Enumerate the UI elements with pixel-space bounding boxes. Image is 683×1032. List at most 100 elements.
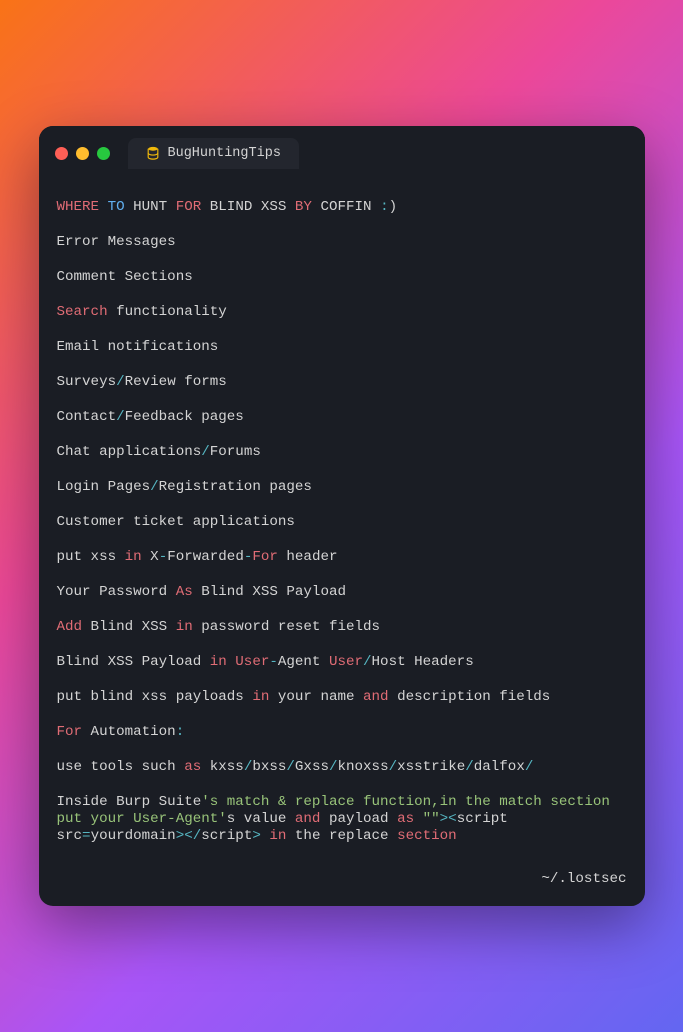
code-token: COFFIN bbox=[312, 199, 380, 215]
code-token: in bbox=[125, 549, 142, 565]
code-token: / bbox=[329, 759, 338, 775]
code-token bbox=[99, 199, 108, 215]
code-token: HUNT bbox=[125, 199, 176, 215]
maximize-icon[interactable] bbox=[97, 147, 110, 160]
code-token: your name bbox=[269, 689, 363, 705]
code-token: : bbox=[380, 199, 389, 215]
code-line: Comment Sections bbox=[57, 269, 627, 286]
code-line: For Automation: bbox=[57, 724, 627, 741]
code-line: WHERE TO HUNT FOR BLIND XSS BY COFFIN :) bbox=[57, 199, 627, 216]
minimize-icon[interactable] bbox=[76, 147, 89, 160]
code-token: = bbox=[82, 828, 91, 844]
footer-signature: ~/.lostsec bbox=[57, 863, 627, 888]
code-token: bxss bbox=[252, 759, 286, 775]
code-token: Login Pages bbox=[57, 479, 151, 495]
code-token: WHERE bbox=[57, 199, 100, 215]
code-token: Customer ticket applications bbox=[57, 514, 295, 530]
code-token: the replace bbox=[286, 828, 397, 844]
code-token: As bbox=[176, 584, 193, 600]
code-line: Chat applications/Forums bbox=[57, 444, 627, 461]
code-token: kxss bbox=[201, 759, 244, 775]
code-token: Gxss bbox=[295, 759, 329, 775]
code-token: in bbox=[210, 654, 227, 670]
code-token: use tools such bbox=[57, 759, 185, 775]
code-token: TO bbox=[108, 199, 125, 215]
code-line: Inside Burp Suite's match & replace func… bbox=[57, 794, 627, 845]
code-token: User bbox=[329, 654, 363, 670]
code-token: xsstrike bbox=[397, 759, 465, 775]
code-token: / bbox=[286, 759, 295, 775]
code-line: Your Password As Blind XSS Payload bbox=[57, 584, 627, 601]
code-token bbox=[414, 811, 423, 827]
code-token: Add bbox=[57, 619, 83, 635]
code-token: Registration pages bbox=[159, 479, 312, 495]
code-line: Add Blind XSS in password reset fields bbox=[57, 619, 627, 636]
code-token: put xss bbox=[57, 549, 125, 565]
code-token: in bbox=[252, 689, 269, 705]
code-token: as bbox=[184, 759, 201, 775]
code-token: / bbox=[201, 444, 210, 460]
code-token: Email notifications bbox=[57, 339, 219, 355]
code-token: Agent bbox=[278, 654, 329, 670]
code-token: / bbox=[465, 759, 474, 775]
code-token: For bbox=[57, 724, 83, 740]
code-token: knoxss bbox=[338, 759, 389, 775]
code-token: in bbox=[176, 619, 193, 635]
code-token: and bbox=[363, 689, 389, 705]
code-token: in bbox=[269, 828, 286, 844]
code-token: Your Password bbox=[57, 584, 176, 600]
code-line: Email notifications bbox=[57, 339, 627, 356]
code-token: - bbox=[159, 549, 168, 565]
code-line: Search functionality bbox=[57, 304, 627, 321]
code-token: Inside Burp Suite bbox=[57, 794, 202, 810]
code-token: / bbox=[116, 409, 125, 425]
code-token: Automation bbox=[82, 724, 176, 740]
code-line: Login Pages/Registration pages bbox=[57, 479, 627, 496]
code-token: Chat applications bbox=[57, 444, 202, 460]
code-token: Blind XSS Payload bbox=[193, 584, 346, 600]
code-token: s value bbox=[227, 811, 295, 827]
code-token: password reset fields bbox=[193, 619, 380, 635]
code-token: payload bbox=[320, 811, 397, 827]
code-line: put blind xss payloads in your name and … bbox=[57, 689, 627, 706]
code-token: Search bbox=[57, 304, 108, 320]
code-token: Surveys bbox=[57, 374, 117, 390]
code-token: dalfox bbox=[474, 759, 525, 775]
code-token: Contact bbox=[57, 409, 117, 425]
code-token: / bbox=[150, 479, 159, 495]
code-token: / bbox=[525, 759, 534, 775]
code-token: X bbox=[142, 549, 159, 565]
code-token: BY bbox=[295, 199, 312, 215]
code-token: > bbox=[440, 811, 449, 827]
code-token: Error Messages bbox=[57, 234, 176, 250]
close-icon[interactable] bbox=[55, 147, 68, 160]
titlebar: BugHuntingTips bbox=[39, 126, 645, 177]
code-token: FOR bbox=[176, 199, 202, 215]
code-token: Blind XSS Payload bbox=[57, 654, 210, 670]
tab-bughuntingtips[interactable]: BugHuntingTips bbox=[128, 138, 299, 169]
code-token: header bbox=[278, 549, 338, 565]
code-token: Comment Sections bbox=[57, 269, 193, 285]
code-token: Blind XSS bbox=[82, 619, 176, 635]
tab-title: BugHuntingTips bbox=[168, 146, 281, 161]
code-token: / bbox=[363, 654, 372, 670]
code-line: Contact/Feedback pages bbox=[57, 409, 627, 426]
code-token: / bbox=[193, 828, 202, 844]
code-token: < bbox=[184, 828, 193, 844]
code-token: User bbox=[235, 654, 269, 670]
code-token: / bbox=[389, 759, 398, 775]
code-token: description fields bbox=[389, 689, 551, 705]
code-token: put blind xss payloads bbox=[57, 689, 253, 705]
code-token: Host Headers bbox=[372, 654, 474, 670]
code-token: yourdomain bbox=[91, 828, 176, 844]
code-token: Forwarded bbox=[167, 549, 244, 565]
code-line: use tools such as kxss/bxss/Gxss/knoxss/… bbox=[57, 759, 627, 776]
code-token: script bbox=[201, 828, 252, 844]
code-token: ) bbox=[389, 199, 398, 215]
code-token: / bbox=[116, 374, 125, 390]
code-line: Blind XSS Payload in User-Agent User/Hos… bbox=[57, 654, 627, 671]
code-token: : bbox=[176, 724, 185, 740]
code-token: > bbox=[176, 828, 185, 844]
code-content: WHERE TO HUNT FOR BLIND XSS BY COFFIN :)… bbox=[39, 177, 645, 907]
code-line: Error Messages bbox=[57, 234, 627, 251]
